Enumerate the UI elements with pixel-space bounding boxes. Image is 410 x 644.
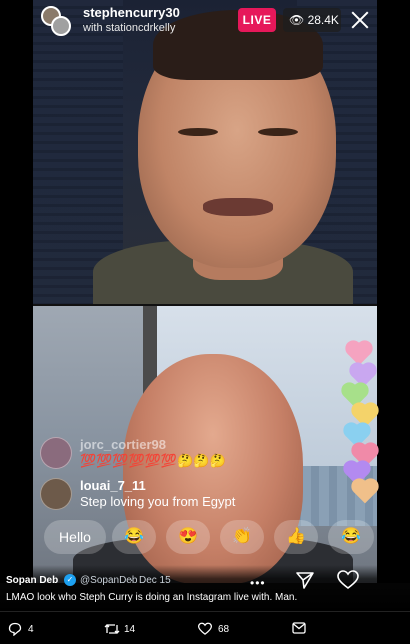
reply-icon [8,622,22,636]
retweet-icon [104,624,120,634]
live-header: stephencurry30 with stationcdrkelly LIVE… [33,0,377,46]
viewer-count-value: 28.4K [307,13,339,27]
live-badge: LIVE [238,8,276,32]
eye-icon: 👁 [289,13,308,27]
comment-text: Step loving you from Egypt [80,494,236,509]
laugh-reaction-button[interactable]: 😂 [112,520,156,554]
heart-eyes-reaction-button[interactable]: 😍 [166,520,210,554]
right-letterbox [377,0,410,583]
tweet-action-bar: 4 14 68 [0,611,410,644]
host-right-eye [258,128,298,136]
comment-username[interactable]: jorc_cortier98 [80,437,166,452]
guest-avatar[interactable] [51,16,71,36]
comment-username[interactable]: louai_7_11 [80,478,146,493]
tweet-author-handle[interactable]: @SopanDeb [80,575,137,586]
verified-badge-icon: ✓ [64,574,76,586]
like-count: 68 [218,624,230,635]
like-heart-icon[interactable] [337,570,359,590]
left-letterbox [0,0,33,583]
instagram-live-screenshot: stephencurry30 with stationcdrkelly LIVE… [0,0,410,644]
guest-line[interactable]: with stationcdrkelly [83,22,175,34]
more-options-icon[interactable]: ••• [250,576,266,590]
viewer-count[interactable]: 👁 28.4K [283,8,341,32]
clap-reaction-button[interactable]: 👏 [220,520,264,554]
send-icon[interactable] [295,570,315,590]
close-icon[interactable] [348,8,372,32]
comment-text: 💯💯💯💯💯💯🤔🤔🤔 [80,453,226,468]
mail-icon [292,622,306,634]
host-left-eye [178,128,218,136]
retweet-count: 14 [124,624,136,635]
host-username[interactable]: stephencurry30 [83,5,180,20]
host-mouth [203,198,273,216]
tweet-author-name[interactable]: Sopan Deb [6,575,58,586]
reply-count: 4 [28,624,34,635]
comment-item[interactable]: jorc_cortier98 💯💯💯💯💯💯🤔🤔🤔 [40,437,370,471]
hello-reaction-button[interactable]: Hello [44,520,106,554]
quick-reactions-bar: Hello 😂 😍 👏 👍 😂 [40,520,377,556]
laugh-reaction-button-2[interactable]: 😂 [328,520,374,554]
participants-avatars[interactable] [41,6,71,36]
tweet-date[interactable]: Dec 15 [139,575,171,586]
like-icon [198,622,212,635]
comment-item[interactable]: louai_7_11 Step loving you from Egypt [40,478,370,512]
thumbs-up-reaction-button[interactable]: 👍 [274,520,318,554]
tweet-separator: · [130,575,134,586]
tweet-text: LMAO look who Steph Curry is doing an In… [6,592,298,603]
commenter-avatar[interactable] [40,437,72,469]
commenter-avatar[interactable] [40,478,72,510]
